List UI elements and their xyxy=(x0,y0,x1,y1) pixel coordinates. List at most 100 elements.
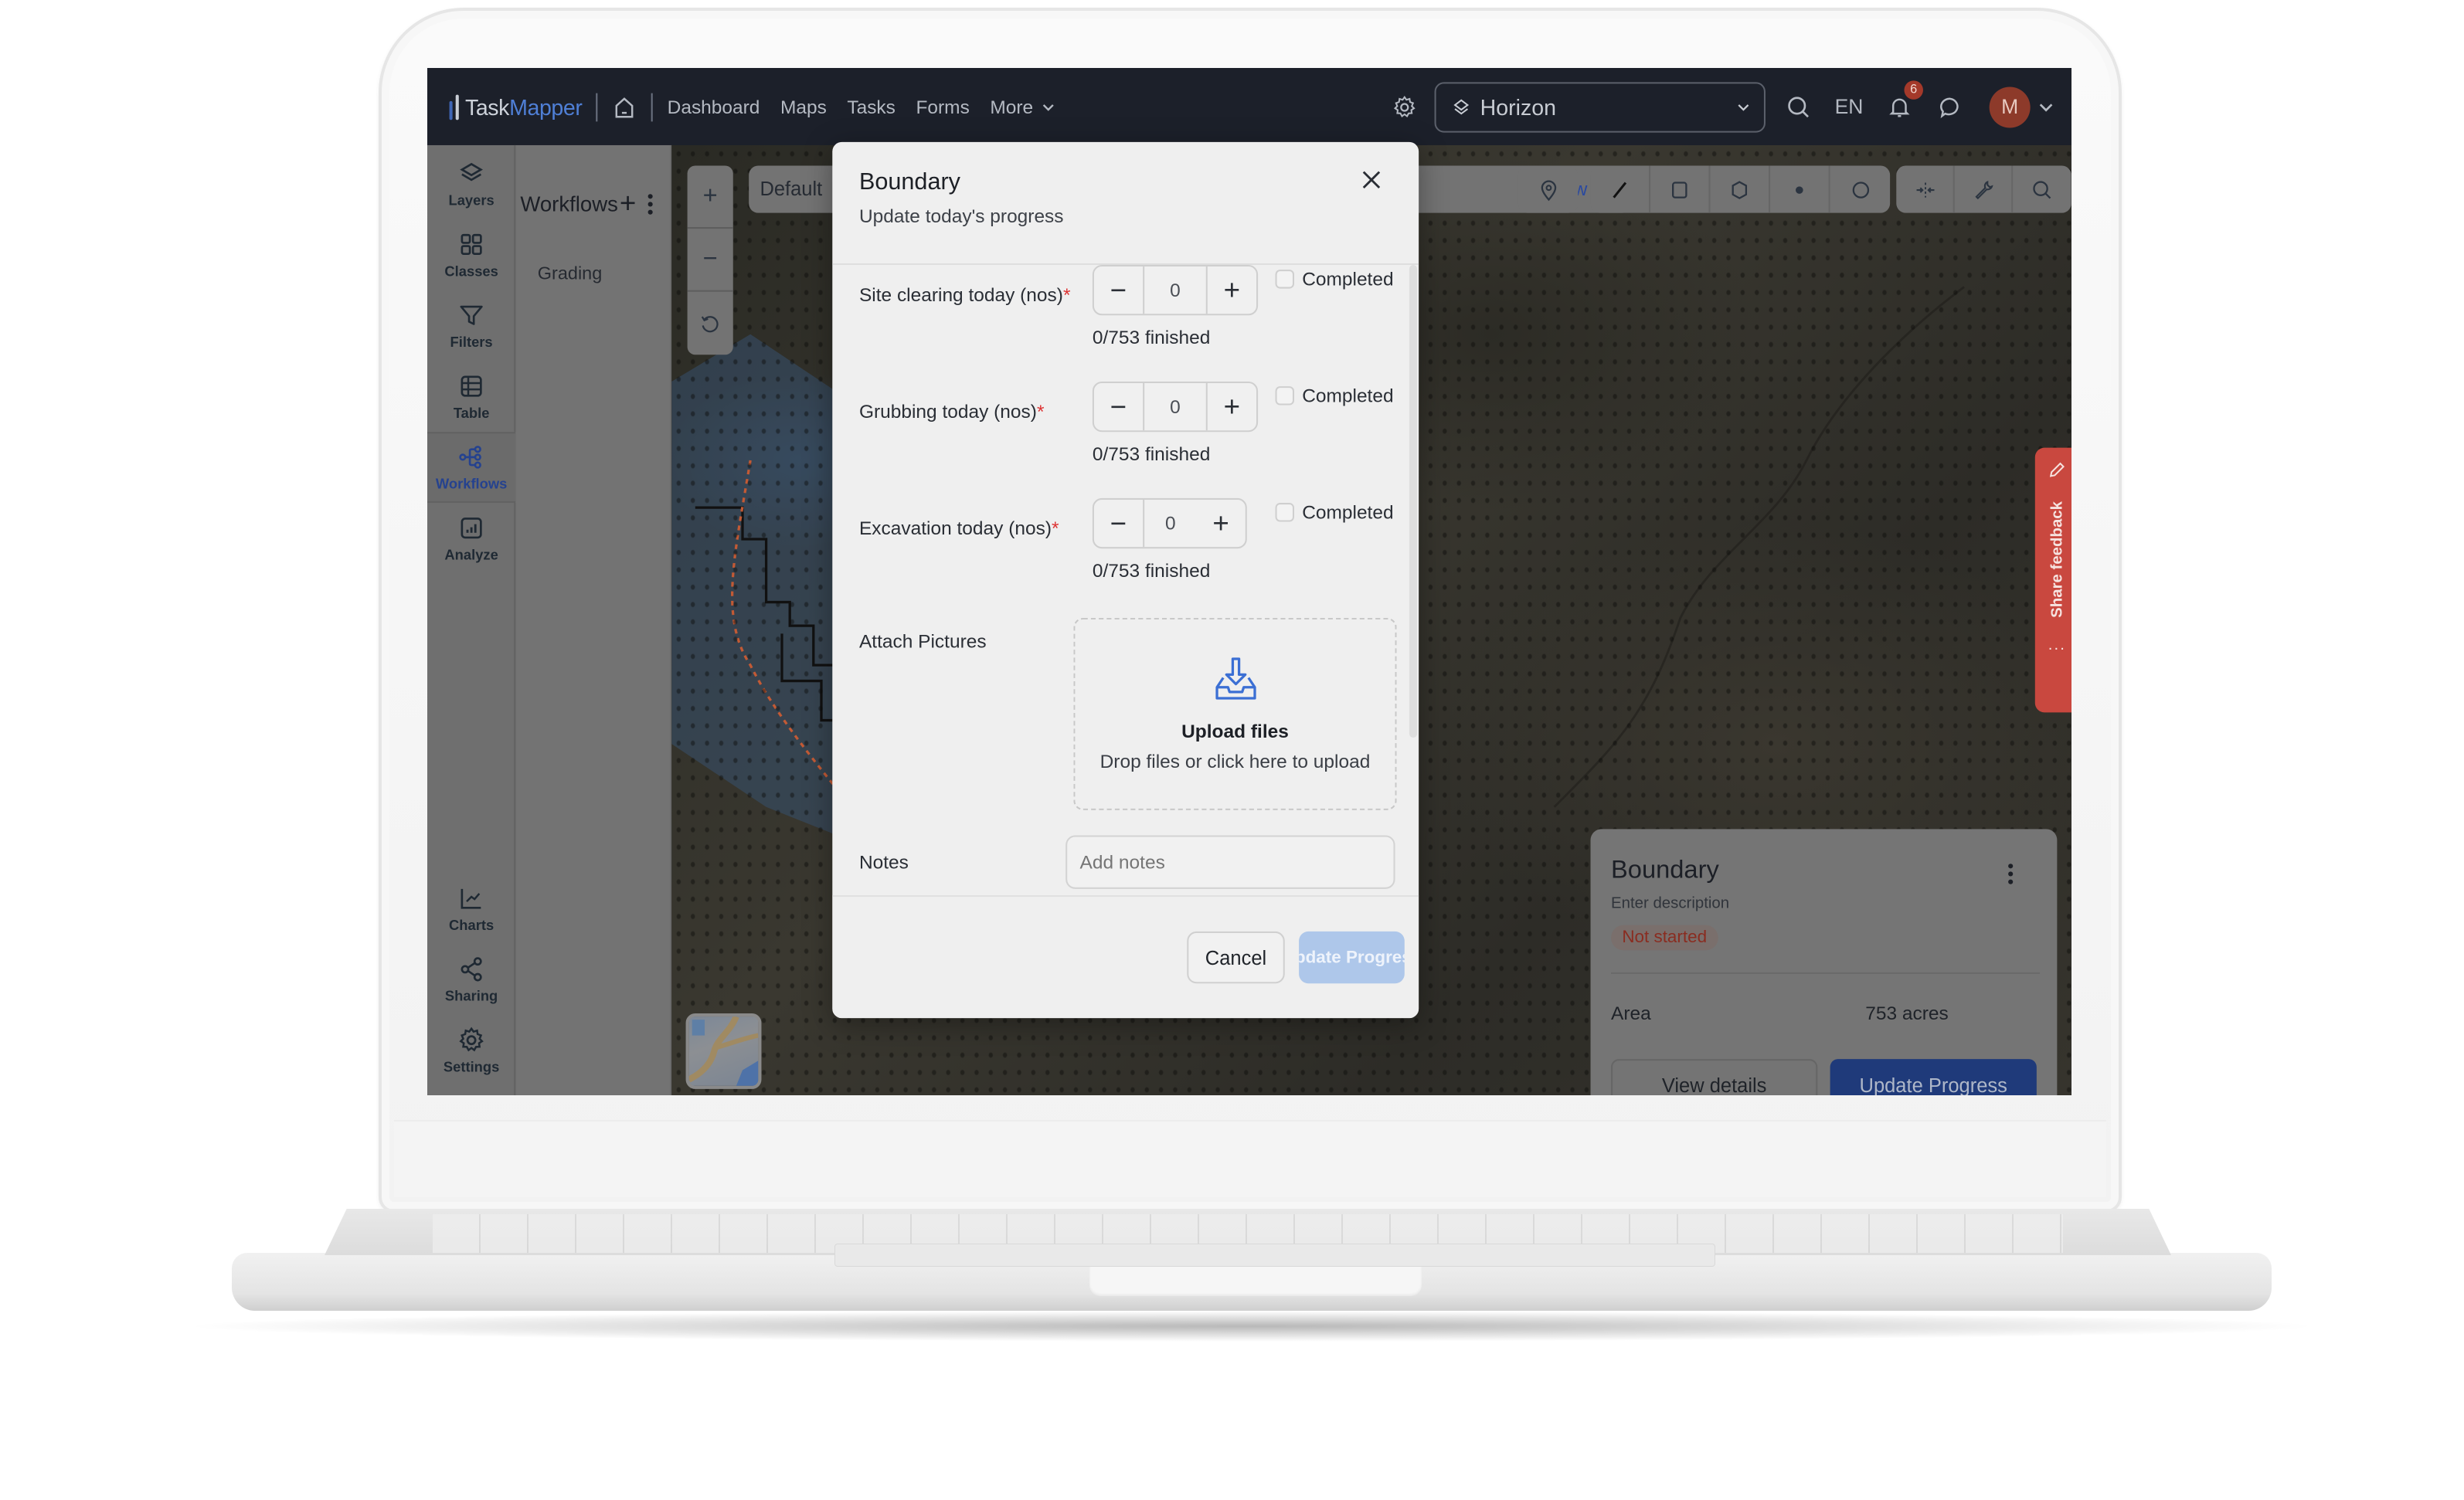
update-progress-button[interactable]: Update Progress xyxy=(1830,1059,2037,1095)
increment-button[interactable]: + xyxy=(1197,500,1246,547)
sidebar-item-workflows[interactable]: Workflows xyxy=(427,432,516,504)
dialog-subtitle: Update today's progress xyxy=(858,205,1064,228)
notifications-button[interactable]: 6 xyxy=(1885,80,1923,121)
location-pin-button[interactable] xyxy=(1518,165,1579,212)
workflow-item[interactable]: Grading xyxy=(538,265,670,283)
view-details-button[interactable]: View details xyxy=(1611,1059,1818,1095)
saved-view-name: Default xyxy=(760,178,823,201)
language-switcher[interactable]: EN xyxy=(1835,95,1864,119)
layers-icon xyxy=(1453,98,1469,114)
app-logo[interactable]: Task Mapper xyxy=(449,93,583,120)
cancel-button[interactable]: Cancel xyxy=(1187,931,1285,984)
split-button[interactable] xyxy=(1896,165,1955,213)
field-label-text: Excavation today (nos) xyxy=(858,517,1052,539)
nav-forms[interactable]: Forms xyxy=(916,96,969,118)
submit-update-progress-button[interactable]: Update Progress xyxy=(1299,931,1405,984)
add-workflow-button[interactable]: + xyxy=(620,189,636,218)
quantity-input[interactable]: 0 xyxy=(1143,383,1208,431)
sidebar-item-classes[interactable]: Classes xyxy=(427,219,515,290)
divider xyxy=(651,92,654,121)
quantity-input[interactable]: 0 xyxy=(1143,499,1196,548)
completed-checkbox[interactable]: Completed xyxy=(1275,385,1394,407)
hexagon-icon xyxy=(1732,180,1748,199)
completed-label: Completed xyxy=(1302,501,1394,524)
feature-description[interactable]: Enter description xyxy=(1611,895,2037,912)
table-icon xyxy=(461,375,482,397)
sidebar-item-label: Settings xyxy=(443,1059,500,1075)
sidebar-item-analyze[interactable]: Analyze xyxy=(427,503,515,574)
share-feedback-tab[interactable]: Share feedback ... xyxy=(2034,447,2071,713)
sidebar-item-label: Charts xyxy=(449,917,494,933)
nav-tasks[interactable]: Tasks xyxy=(847,96,896,118)
quantity-stepper: − 0 + xyxy=(1092,497,1247,549)
laptop-screen: Task Mapper Dashboard Maps Tasks Forms Mo… xyxy=(427,68,2071,1095)
basemap-switcher[interactable] xyxy=(685,1013,762,1089)
nav-more[interactable]: More xyxy=(990,95,1056,118)
checkbox-box[interactable] xyxy=(1275,270,1294,289)
search-icon[interactable] xyxy=(1784,93,1813,121)
field-label-text: Grubbing today (nos) xyxy=(858,400,1037,423)
completed-label: Completed xyxy=(1302,385,1394,407)
draw-line-button[interactable] xyxy=(1591,165,1651,213)
line-icon xyxy=(1613,181,1627,198)
feature-title: Boundary xyxy=(1611,857,1719,884)
location-pin-icon xyxy=(1540,179,1556,201)
close-icon[interactable] xyxy=(1359,168,1385,193)
completed-checkbox[interactable]: Completed xyxy=(1275,501,1394,524)
pencil-icon xyxy=(2049,462,2065,477)
highlighted-area xyxy=(671,334,845,839)
notification-badge: 6 xyxy=(1904,80,1923,99)
share-feedback-label: Share feedback xyxy=(2048,501,2066,618)
chevron-down-icon[interactable] xyxy=(2037,97,2055,116)
zoom-out-button[interactable]: − xyxy=(687,229,733,292)
sidebar-item-charts[interactable]: Charts xyxy=(427,873,515,944)
decrement-button[interactable]: − xyxy=(1094,266,1143,314)
zoom-in-button[interactable]: + xyxy=(687,165,733,229)
project-select[interactable]: Horizon xyxy=(1434,81,1766,132)
draw-point-button[interactable] xyxy=(1770,165,1830,213)
sidebar-item-layers[interactable]: Layers xyxy=(427,148,515,219)
area-value: 753 acres xyxy=(1865,1002,1949,1025)
decrement-button[interactable]: − xyxy=(1094,500,1143,547)
decrement-button[interactable]: − xyxy=(1094,383,1143,430)
draw-polygon-button[interactable] xyxy=(1711,165,1771,213)
sidebar-item-settings[interactable]: Settings xyxy=(427,1015,515,1086)
nav-maps[interactable]: Maps xyxy=(780,96,827,118)
increment-button[interactable]: + xyxy=(1208,266,1256,314)
gear-icon[interactable] xyxy=(1390,93,1419,121)
checkbox-box[interactable] xyxy=(1275,386,1294,406)
more-options-icon[interactable] xyxy=(647,193,654,214)
notes-input[interactable] xyxy=(1065,835,1395,889)
draw-circle-button[interactable] xyxy=(1830,165,1891,212)
field-label: Site clearing today (nos)* xyxy=(859,283,1071,306)
boundary-outline xyxy=(695,506,845,722)
feedback-more-icon[interactable]: ... xyxy=(2048,636,2066,653)
main-nav: Dashboard Maps Tasks Forms More xyxy=(668,95,1078,118)
sidebar-item-sharing[interactable]: Sharing xyxy=(427,944,515,1015)
zoom-controls: + − xyxy=(687,165,733,355)
nav-more-label: More xyxy=(990,95,1034,118)
completed-checkbox[interactable]: Completed xyxy=(1275,268,1394,290)
map-search-button[interactable] xyxy=(2013,165,2071,212)
sidebar-item-table[interactable]: Table xyxy=(427,361,515,432)
line-chart-icon xyxy=(461,888,481,909)
reset-rotation-button[interactable] xyxy=(688,292,733,355)
notes-label: Notes xyxy=(858,850,909,874)
upload-title: Upload files xyxy=(1181,720,1289,743)
increment-button[interactable]: + xyxy=(1208,383,1256,430)
sidebar-item-filters[interactable]: Filters xyxy=(427,290,515,361)
home-icon[interactable] xyxy=(612,94,637,120)
sidebar-item-label: Layers xyxy=(448,192,494,209)
user-avatar[interactable]: M xyxy=(1989,86,2031,127)
quantity-input[interactable]: 0 xyxy=(1143,266,1208,314)
dialog-scrollbar[interactable] xyxy=(1409,265,1418,738)
required-marker: * xyxy=(1036,400,1045,423)
checkbox-box[interactable] xyxy=(1275,503,1294,522)
file-dropzone[interactable]: Upload files Drop files or click here to… xyxy=(1073,617,1397,810)
draw-tool-group xyxy=(1590,165,1891,213)
draw-rectangle-button[interactable] xyxy=(1650,165,1711,213)
chat-icon[interactable] xyxy=(1936,93,1964,121)
tools-button[interactable] xyxy=(1955,165,2014,213)
nav-dashboard[interactable]: Dashboard xyxy=(668,96,760,118)
more-options-icon[interactable] xyxy=(2008,864,2014,884)
